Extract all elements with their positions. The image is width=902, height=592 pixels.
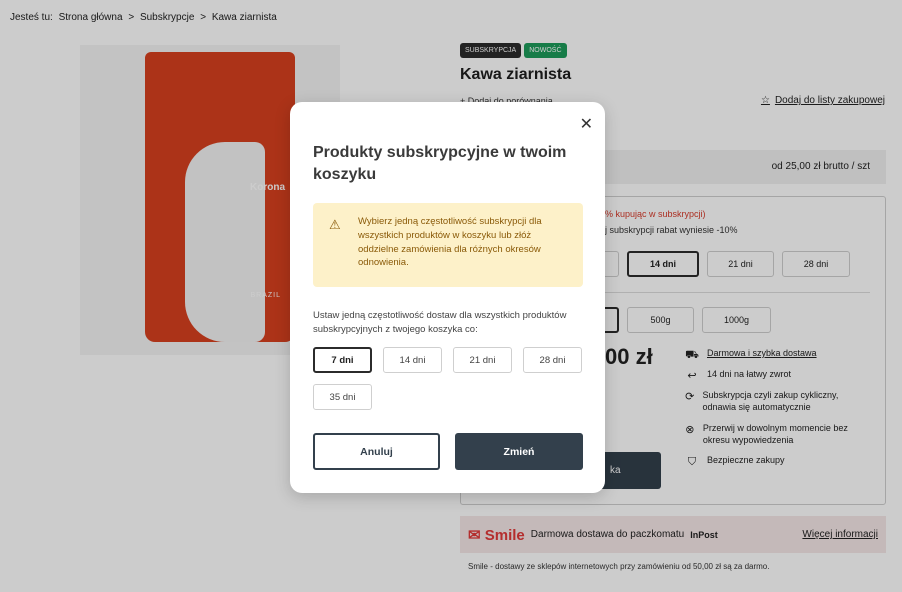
frequency-option-35[interactable]: 35 dni	[313, 384, 372, 410]
warning-icon: ⚠	[329, 217, 341, 232]
subscription-modal: ✕ Produkty subskrypcyjne w twoim koszyku…	[290, 102, 605, 493]
modal-title: Produkty subskrypcyjne w twoim koszyku	[313, 144, 567, 183]
frequency-instruction: Ustaw jedną częstotliwość dostaw dla wsz…	[313, 310, 567, 335]
frequency-option-28[interactable]: 28 dni	[523, 347, 582, 373]
change-button[interactable]: Zmień	[455, 433, 583, 470]
close-icon[interactable]: ✕	[580, 114, 593, 134]
frequency-option-14[interactable]: 14 dni	[383, 347, 442, 373]
alert-text: Wybierz jedną częstotliwość subskrypcji …	[358, 216, 542, 269]
frequency-option-21[interactable]: 21 dni	[453, 347, 512, 373]
warning-alert: ⚠ Wybierz jedną częstotliwość subskrypcj…	[313, 203, 583, 287]
frequency-option-7[interactable]: 7 dni	[313, 347, 372, 373]
cancel-button[interactable]: Anuluj	[313, 433, 440, 470]
